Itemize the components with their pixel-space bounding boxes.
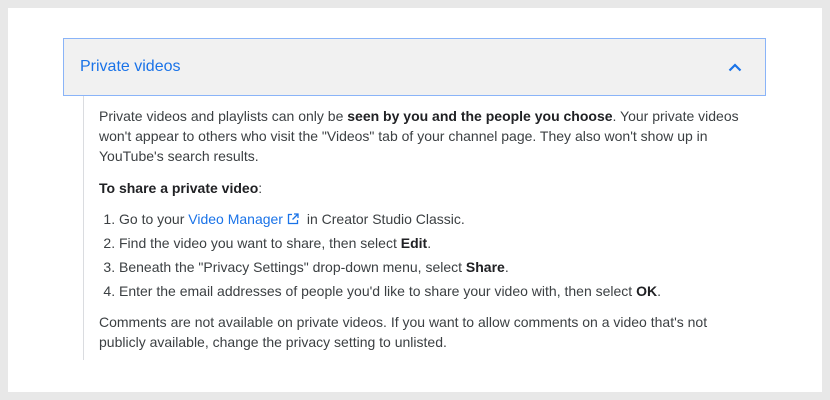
intro-bold-text: seen by you and the people you choose (347, 108, 613, 124)
accordion-panel: Private videos and playlists can only be… (83, 96, 744, 360)
step-3-after: . (504, 259, 509, 275)
help-article-card: Private videos Private videos and playli… (8, 8, 822, 392)
share-subheading-text: To share a private video (99, 180, 259, 196)
external-link-icon (287, 210, 299, 225)
share-steps-list: Go to your Video Manager in Creator Stud… (99, 209, 744, 301)
list-item: Enter the email addresses of people you'… (119, 281, 744, 301)
step-2-after: . (427, 235, 432, 251)
share-subheading-suffix: : (258, 180, 263, 196)
video-manager-link[interactable]: Video Manager (188, 211, 303, 227)
step-4-before: Enter the email addresses of people you'… (119, 283, 637, 299)
intro-paragraph: Private videos and playlists can only be… (99, 106, 744, 166)
step-2-before: Find the video you want to share, then s… (119, 235, 401, 251)
list-item: Beneath the "Privacy Settings" drop-down… (119, 257, 744, 277)
step-2-bold: Edit (400, 235, 428, 251)
accordion-header-private-videos[interactable]: Private videos (63, 38, 766, 96)
step-1-before: Go to your (119, 211, 189, 227)
list-item: Go to your Video Manager in Creator Stud… (119, 209, 744, 229)
step-4-bold: OK (636, 283, 658, 299)
share-subheading: To share a private video: (99, 178, 744, 198)
accordion-title: Private videos (80, 58, 181, 75)
chevron-up-icon[interactable] (723, 55, 747, 79)
step-3-before: Beneath the "Privacy Settings" drop-down… (119, 259, 466, 275)
step-4-after: . (657, 283, 661, 299)
intro-text-before: Private videos and playlists can only be (99, 108, 348, 124)
comments-note: Comments are not available on private vi… (99, 314, 708, 350)
step-1-after: in Creator Studio Classic. (302, 211, 465, 227)
step-3-bold: Share (465, 259, 505, 275)
panel-content: Private videos and playlists can only be… (99, 106, 744, 352)
list-item: Find the video you want to share, then s… (119, 233, 744, 253)
video-manager-link-label: Video Manager (188, 211, 283, 227)
